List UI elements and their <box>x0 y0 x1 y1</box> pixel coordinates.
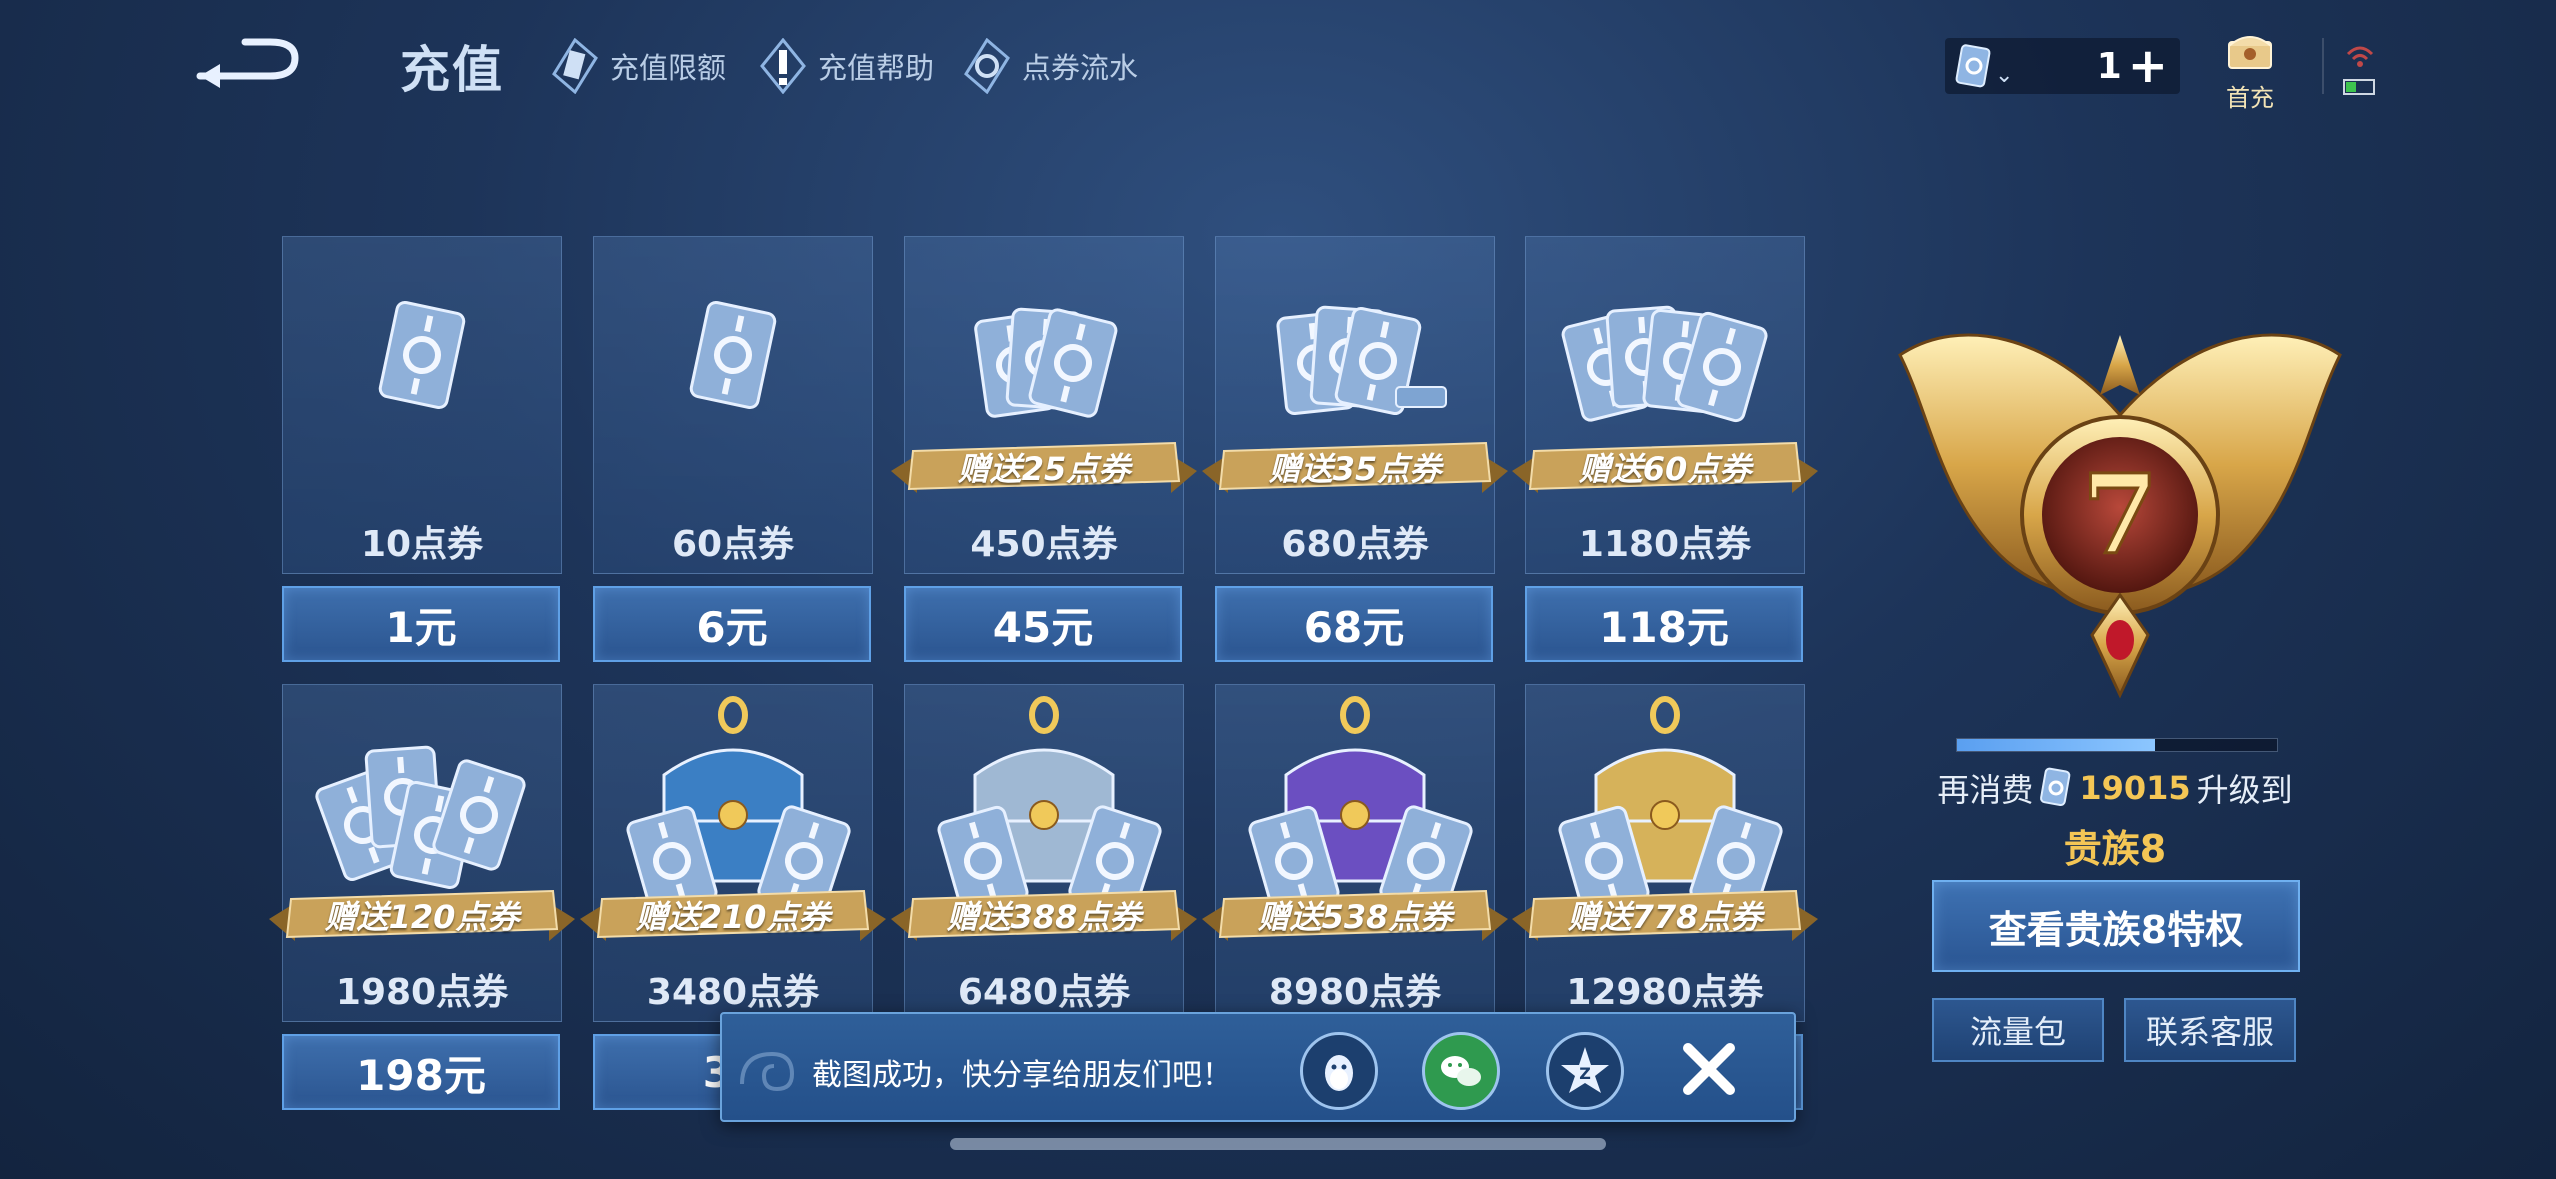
vip-next-level-info: 再消费 19015 升级到 <box>1900 765 2330 811</box>
package-card[interactable]: 60点券 <box>593 236 873 574</box>
price-button[interactable]: 1元 <box>282 586 560 662</box>
package-quantity: 10点券 <box>360 524 484 565</box>
package-quantity: 8980点券 <box>1268 972 1442 1013</box>
top-bar: 充值 充值限额 充值帮助 点券流水 ⌄ 1 + 首充 <box>0 0 2556 130</box>
voucher-icon <box>1955 44 1991 88</box>
package-card[interactable]: 赠送538点券 8980点券 <box>1202 684 1508 1022</box>
price-button[interactable]: 6元 <box>593 586 871 662</box>
bonus-label: 赠送35点券 <box>1268 450 1442 488</box>
voucher-coin-icon <box>964 38 1010 94</box>
package-quantity: 450点券 <box>970 524 1118 565</box>
vip-level-number: 7 <box>2082 450 2159 579</box>
package-card[interactable]: 赠送778点券 12980点券 <box>1512 684 1818 1022</box>
back-button[interactable] <box>190 32 310 92</box>
package-card[interactable]: 赠送25点券 450点券 <box>891 236 1197 574</box>
close-icon[interactable] <box>1674 1034 1744 1104</box>
package-card[interactable]: 赠送60点券 1180点券 <box>1512 236 1818 574</box>
bonus-label: 赠送60点券 <box>1578 450 1752 488</box>
vip-progress-bar <box>1956 738 2278 752</box>
bonus-ribbon: 赠送60点券 <box>1512 437 1818 497</box>
bonus-label: 赠送210点券 <box>635 898 831 936</box>
vip-next-tier: 贵族8 <box>2063 827 2167 871</box>
network-battery-icon <box>2343 46 2375 95</box>
bonus-ribbon: 赠送35点券 <box>1202 437 1508 497</box>
vip-progress-fill <box>1957 739 2156 751</box>
package-card[interactable]: 赠送120点券 1980点券 <box>269 684 575 1022</box>
bonus-label: 赠送25点券 <box>957 450 1131 488</box>
package-card[interactable]: 赠送210点券 3480点券 <box>580 684 886 1022</box>
share-qzone-button[interactable]: Z <box>1546 1032 1624 1110</box>
bonus-ribbon: 赠送538点券 <box>1202 885 1508 945</box>
package-quantity: 1980点券 <box>335 972 509 1013</box>
recharge-limit-label: 充值限额 <box>610 51 727 85</box>
screenshot-share-toast: 截图成功，快分享给朋友们吧！ Z <box>720 1012 1796 1122</box>
bonus-ribbon: 赠送25点券 <box>891 437 1197 497</box>
contact-support-button[interactable]: 联系客服 <box>2124 998 2296 1062</box>
price-button[interactable]: 45元 <box>904 586 1182 662</box>
voucher-pack-illustration <box>689 300 777 410</box>
package-quantity: 1180点券 <box>1578 524 1752 565</box>
balance-amount: 1 <box>2096 45 2122 87</box>
bonus-ribbon: 赠送210点券 <box>580 885 886 945</box>
package-quantity: 3480点券 <box>646 972 820 1013</box>
voucher-card-icon <box>552 38 598 94</box>
divider <box>2322 38 2324 94</box>
traffic-package-button[interactable]: 流量包 <box>1932 998 2104 1062</box>
package-quantity: 12980点券 <box>1566 972 1764 1013</box>
recharge-limit-link[interactable]: 充值限额 <box>550 38 726 94</box>
bonus-label: 赠送120点券 <box>324 898 520 936</box>
vip-badge: 7 <box>1898 333 2342 699</box>
voucher-pack-illustration <box>378 300 466 410</box>
package-quantity: 680点券 <box>1281 524 1429 565</box>
exclamation-icon <box>760 38 806 94</box>
package-card[interactable]: 赠送388点券 6480点券 <box>891 684 1197 1022</box>
bonus-ribbon: 赠送388点券 <box>891 885 1197 945</box>
svg-text:Z: Z <box>1579 1064 1591 1083</box>
add-voucher-icon[interactable]: + <box>2128 42 2168 90</box>
bonus-label: 赠送388点券 <box>946 898 1142 936</box>
qzone-star-icon: Z <box>1561 1047 1609 1093</box>
view-privileges-button[interactable]: 查看贵族8特权 <box>1932 880 2300 972</box>
toast-message: 截图成功，快分享给朋友们吧！ <box>812 1058 1232 1093</box>
qq-penguin-icon <box>1325 1055 1353 1091</box>
package-card[interactable]: 赠送35点券 680点券 <box>1202 236 1508 574</box>
page-title: 充值 <box>400 41 504 99</box>
price-button[interactable]: 198元 <box>282 1034 560 1110</box>
first-charge-label: 首充 <box>2226 84 2274 112</box>
package-card[interactable]: 10点券 <box>282 236 562 574</box>
bonus-label: 赠送538点券 <box>1257 898 1453 936</box>
vip-remaining-amount: 19015 <box>2079 769 2191 807</box>
bonus-ribbon: 赠送778点券 <box>1512 885 1818 945</box>
recharge-help-label: 充值帮助 <box>818 51 935 85</box>
voucher-history-label: 点券流水 <box>1022 51 1139 85</box>
price-button[interactable]: 68元 <box>1215 586 1493 662</box>
first-charge-button[interactable]: 首充 <box>2215 28 2285 112</box>
cloud-swirl-decoration <box>740 1051 795 1092</box>
recharge-help-link[interactable]: 充值帮助 <box>758 38 934 94</box>
home-indicator[interactable] <box>950 1138 1606 1150</box>
chevron-down-icon[interactable]: ⌄ <box>1995 63 2013 88</box>
package-quantity: 60点券 <box>671 524 795 565</box>
back-arrow-icon <box>196 38 299 88</box>
package-quantity: 6480点券 <box>957 972 1131 1013</box>
share-wechat-button[interactable] <box>1422 1032 1500 1110</box>
voucher-balance[interactable]: ⌄ 1 + <box>1945 38 2180 94</box>
wechat-icon <box>1441 1056 1481 1086</box>
treasure-chest-icon <box>2228 36 2272 69</box>
vip-suffix: 升级到 <box>2196 771 2293 809</box>
voucher-history-link[interactable]: 点券流水 <box>962 38 1138 94</box>
bonus-ribbon: 赠送120点券 <box>269 885 575 945</box>
price-button[interactable]: 118元 <box>1525 586 1803 662</box>
share-qq-button[interactable] <box>1300 1032 1378 1110</box>
vip-prefix: 再消费 <box>1937 771 2034 809</box>
bonus-label: 赠送778点券 <box>1567 898 1763 936</box>
voucher-icon <box>2040 767 2071 807</box>
